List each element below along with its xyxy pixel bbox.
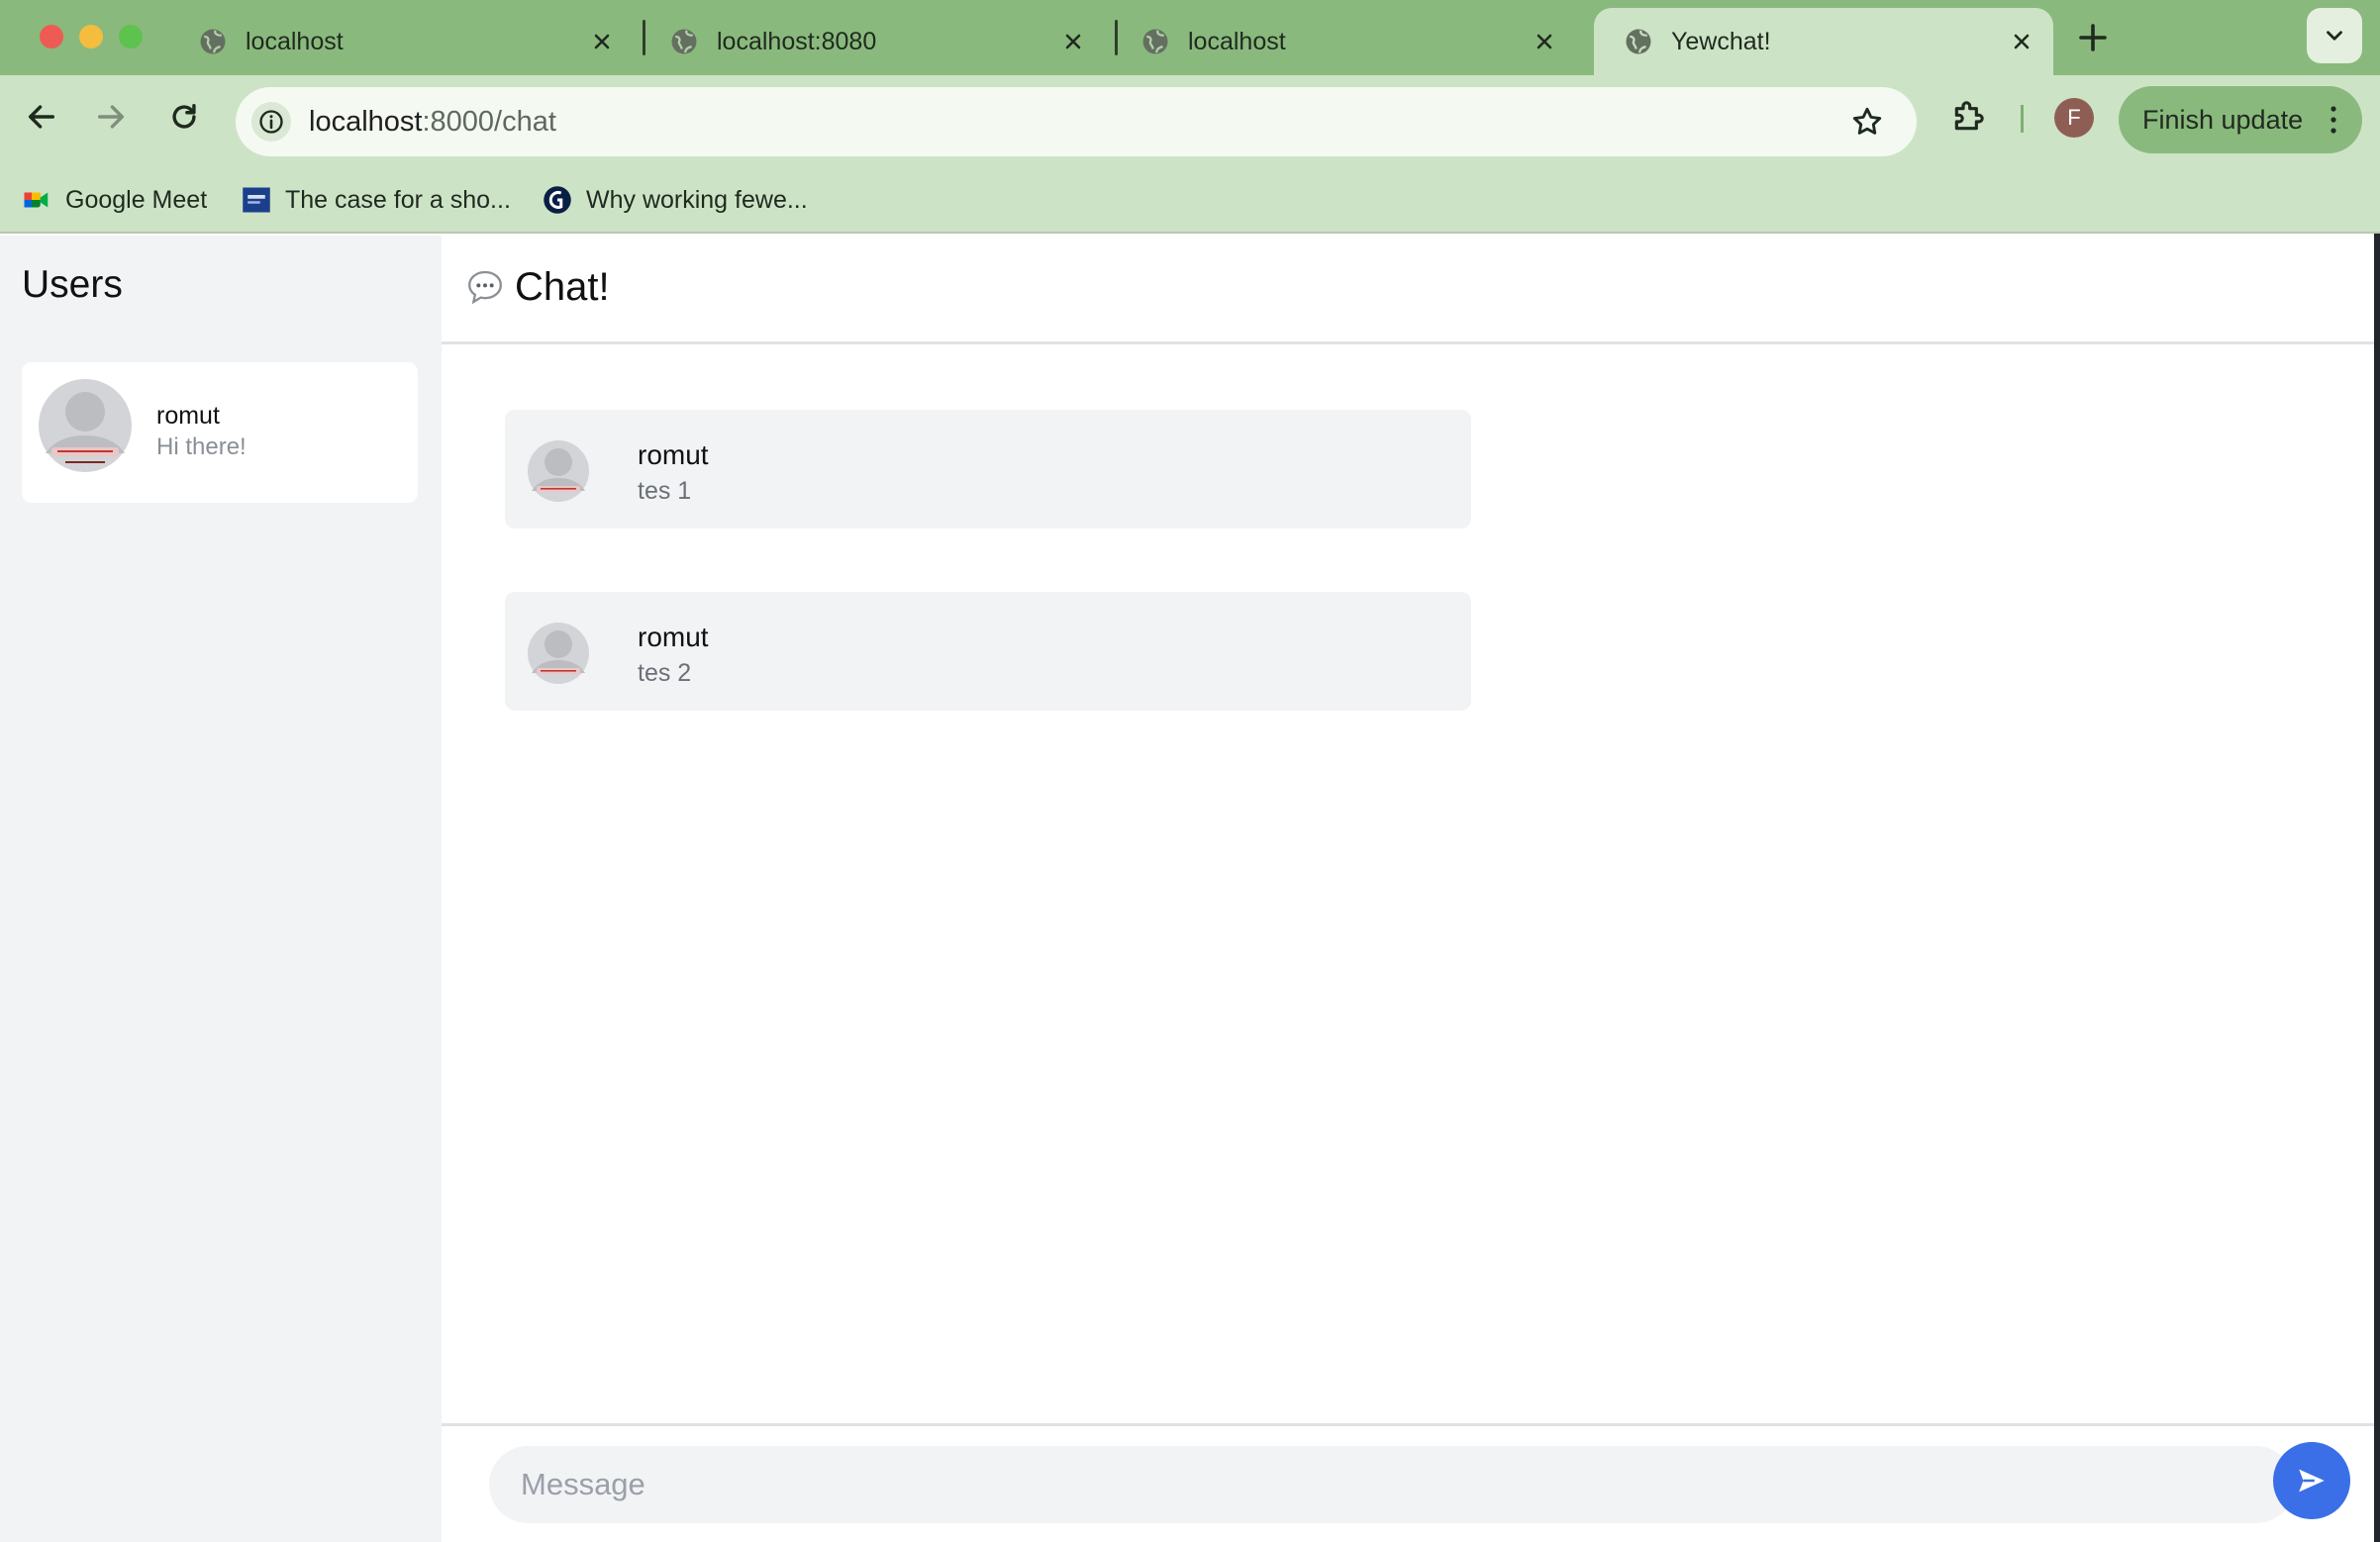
send-icon (2299, 1469, 2325, 1493)
close-tab-icon[interactable] (590, 30, 614, 53)
address-bar[interactable]: localhost:8000/chat (236, 87, 1917, 156)
bookmark-label: Google Meet (65, 185, 208, 214)
avatar (528, 440, 589, 502)
arrow-right-icon (97, 105, 125, 129)
tab-yewchat[interactable]: Yewchat! (1594, 8, 2053, 75)
url-host: localhost (309, 106, 423, 138)
tab-title: localhost (1188, 27, 1286, 55)
finish-update-label: Finish update (2142, 104, 2304, 135)
tab-localhost-8080[interactable]: localhost:8080 (640, 8, 1105, 75)
speech-bubble-icon (467, 270, 503, 305)
globe-icon (200, 29, 226, 54)
close-tab-icon[interactable] (2010, 30, 2033, 53)
tab-title: localhost:8080 (717, 27, 877, 55)
minimize-window-button[interactable] (79, 25, 103, 48)
page-viewport: Users romut Hi there! Chat! romut tes 1 … (0, 236, 2374, 1542)
arrow-left-icon (28, 105, 55, 129)
chat-title: Chat! (515, 265, 610, 309)
message-text: tes 1 (638, 477, 692, 505)
tab-strip: localhost localhost:8080 localhost Yewch… (0, 0, 2380, 75)
user-list-item[interactable]: romut Hi there! (22, 362, 418, 503)
bookmark-label: The case for a sho... (285, 185, 511, 214)
bookmark-google-meet[interactable]: Google Meet (22, 180, 207, 220)
chat-header: Chat! (442, 236, 2374, 344)
bookmark-why-working-fewer[interactable]: Why working fewe... (543, 180, 808, 220)
message-composer (442, 1423, 2374, 1542)
user-name: romut (156, 402, 220, 430)
info-icon (259, 110, 283, 134)
globe-icon (671, 29, 697, 54)
tab-search-button[interactable] (2307, 8, 2362, 63)
users-sidebar: Users romut Hi there! (0, 236, 442, 1542)
finish-update-button[interactable]: Finish update (2119, 86, 2362, 153)
tab-localhost-1[interactable]: localhost (168, 8, 634, 75)
reload-button[interactable] (160, 93, 208, 141)
chat-message: romut tes 2 (505, 592, 1471, 711)
chevron-down-icon (2327, 31, 2342, 41)
bookmark-label: Why working fewe... (586, 185, 808, 214)
extensions-puzzle-icon[interactable] (1948, 97, 1988, 137)
google-meet-icon (24, 192, 49, 208)
send-button[interactable] (2273, 1442, 2350, 1519)
globe-icon (1626, 29, 1651, 54)
avatar (39, 379, 132, 472)
bookmark-star-icon[interactable] (1849, 104, 1885, 140)
close-tab-icon[interactable] (1061, 30, 1085, 53)
chat-message: romut tes 1 (505, 410, 1471, 529)
article-thumbnail-icon (243, 187, 270, 213)
guardian-icon (544, 186, 571, 214)
site-info-button[interactable] (251, 102, 291, 142)
back-button[interactable] (18, 93, 65, 141)
tab-title: Yewchat! (1671, 27, 1771, 55)
close-tab-icon[interactable] (1533, 30, 1556, 53)
browser-window: localhost localhost:8080 localhost Yewch… (0, 0, 2380, 1542)
url-text[interactable]: localhost:8000/chat (309, 87, 556, 156)
more-vertical-icon (2330, 106, 2336, 134)
browser-toolbar: localhost:8000/chat F Finish update (0, 75, 2380, 168)
profile-avatar[interactable]: F (2054, 98, 2094, 138)
tab-title: localhost (246, 27, 344, 55)
message-author: romut (638, 439, 709, 470)
toolbar-separator (2021, 105, 2024, 133)
users-heading: Users (22, 263, 123, 306)
message-input[interactable] (489, 1446, 2295, 1523)
bookmarks-bar: Google Meet The case for a sho... Why wo… (0, 168, 2380, 234)
avatar (528, 623, 589, 684)
new-tab-icon[interactable] (2075, 20, 2111, 55)
user-last-message: Hi there! (156, 434, 247, 460)
message-text: tes 2 (638, 659, 692, 687)
tab-localhost-3[interactable]: localhost (1111, 8, 1576, 75)
bookmark-the-case-for[interactable]: The case for a sho... (242, 180, 511, 220)
close-window-button[interactable] (40, 25, 63, 48)
chat-panel: Chat! romut tes 1 romut tes 2 Message (442, 236, 2374, 1542)
reload-icon (172, 103, 196, 129)
globe-icon (1142, 29, 1168, 54)
window-edge (2374, 234, 2380, 1542)
message-author: romut (638, 622, 709, 652)
forward-button[interactable] (87, 93, 135, 141)
maximize-window-button[interactable] (119, 25, 143, 48)
url-path: :8000/chat (422, 106, 556, 138)
